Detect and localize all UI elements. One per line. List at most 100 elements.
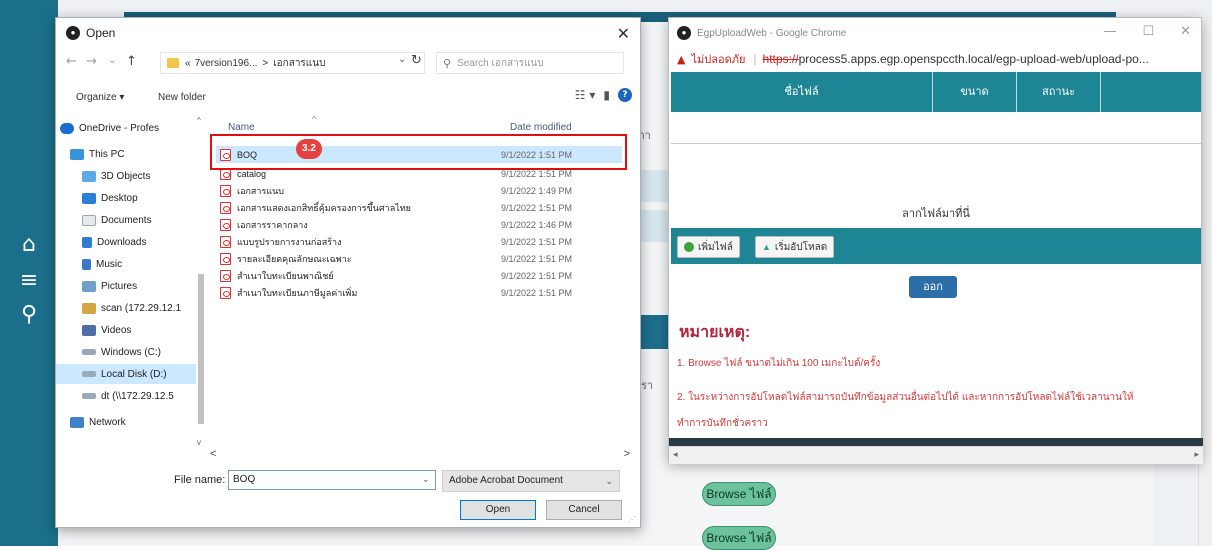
minimize-icon[interactable]: — (1103, 24, 1116, 39)
address-bar[interactable]: « 7version196... > เอกสารแนบ (160, 52, 425, 74)
nav-item-pictures[interactable]: Pictures (82, 276, 137, 296)
column-header-name[interactable]: Name (228, 122, 255, 133)
close-icon[interactable]: ✕ (617, 24, 630, 43)
pc-icon (70, 148, 84, 160)
nav-item-label: 3D Objects (101, 170, 151, 182)
chrome-icon: ● (66, 26, 80, 40)
file-row[interactable]: เอกสารราคากลาง 9/1/2022 1:46 PM (216, 216, 622, 233)
note-title: หมายเหตุ: (679, 324, 751, 341)
network-drive-icon (82, 393, 96, 399)
column-header-status: สถานะ (1017, 72, 1101, 112)
chevron-down-icon[interactable]: ⌄ (398, 54, 406, 65)
file-row[interactable]: สำเนาใบทะเบียนภาษีมูลค่าเพิ่ม 9/1/2022 1… (216, 284, 622, 301)
nav-scrollbar[interactable]: ^ v (196, 116, 206, 452)
nav-item-this-pc[interactable]: This PC (70, 144, 125, 164)
preview-pane-icon[interactable]: ▮ (603, 88, 610, 102)
file-date: 9/1/2022 1:51 PM (501, 202, 573, 213)
open-button[interactable]: Open (460, 500, 536, 520)
url-separator: | (753, 52, 757, 66)
window-controls: — ☐ ✕ (1103, 24, 1191, 39)
cancel-button[interactable]: Cancel (546, 500, 622, 520)
nav-item-dt[interactable]: dt (\\172.29.12.5 (82, 386, 174, 406)
organize-button[interactable]: Organize ▾ (76, 92, 124, 103)
nav-item-label: Documents (101, 214, 152, 226)
url-text: process5.apps.egp.openspccth.local/egp-u… (798, 52, 1149, 66)
scroll-left-icon[interactable]: ◂ (673, 449, 678, 460)
filename-history-chevron-icon[interactable]: ⌄ (422, 474, 430, 485)
not-secure-label[interactable]: ไม่ปลอดภัย (691, 50, 745, 68)
nav-item-music[interactable]: Music (82, 254, 122, 274)
step-badge: 3.2 (296, 139, 322, 159)
forward-icon[interactable]: → (86, 54, 97, 69)
address-row: ← → ⌄ ↑ « 7version196... > เอกสารแนบ ⌄ ↻… (56, 50, 642, 76)
nav-item-videos[interactable]: Videos (82, 320, 131, 340)
refresh-icon[interactable]: ↻ (411, 53, 422, 68)
file-row[interactable]: สำเนาใบทะเบียนพาณิชย์ 9/1/2022 1:51 PM (216, 267, 622, 284)
nav-item-local-disk-d[interactable]: Local Disk (D:) (56, 364, 196, 384)
start-upload-button[interactable]: ▲ เริ่มอัปโหลด (755, 236, 835, 258)
file-name: เอกสารแสดงเอกสิทธิ์คุ้มครองการขึ้นศาลไทย (237, 202, 411, 213)
nav-item-desktop[interactable]: Desktop (82, 188, 138, 208)
file-name: รายละเอียดคุณลักษณะเฉพาะ (237, 253, 352, 264)
file-row[interactable]: แบบรูปรายการงานก่อสร้าง 9/1/2022 1:51 PM (216, 233, 622, 250)
nav-scroll-thumb[interactable] (198, 274, 204, 424)
file-list-hscrollbar[interactable]: < > (208, 448, 632, 462)
warning-icon: ▲ (677, 52, 686, 66)
pdf-file-icon (220, 184, 231, 197)
up-icon[interactable]: ↑ (126, 54, 137, 69)
new-folder-button[interactable]: New folder (158, 92, 206, 103)
column-header-size: ขนาด (933, 72, 1017, 112)
scroll-right-icon[interactable]: > (624, 448, 630, 460)
search-nav-icon[interactable]: ⚲ (14, 300, 44, 330)
file-name: เอกสารราคากลาง (237, 219, 308, 230)
nav-item-label: Local Disk (D:) (101, 368, 167, 380)
column-header-date[interactable]: Date modified (510, 122, 572, 133)
maximize-icon[interactable]: ☐ (1142, 24, 1154, 39)
nav-item-network[interactable]: Network (70, 412, 126, 432)
browse-button[interactable]: Browse ไฟล์ (702, 526, 776, 550)
scroll-up-icon[interactable]: ^ (197, 116, 201, 125)
file-row[interactable]: รายละเอียดคุณลักษณะเฉพาะ 9/1/2022 1:51 P… (216, 250, 622, 267)
upload-table-header: ชื่อไฟล์ ขนาด สถานะ (671, 72, 1201, 112)
url-bar[interactable]: ▲ ไม่ปลอดภัย | https:// process5.apps.eg… (669, 48, 1201, 70)
filename-input[interactable]: BOQ (228, 470, 436, 490)
videos-icon (82, 324, 96, 336)
view-menu-icon[interactable]: ☷ ▾ (575, 88, 596, 102)
chrome-hscrollbar[interactable]: ◂ ▸ (669, 446, 1203, 464)
drop-zone-text[interactable]: ลากไฟล์มาที่นี่ (669, 204, 1203, 222)
recent-chevron-icon[interactable]: ⌄ (108, 55, 116, 66)
onedrive-icon (60, 122, 74, 134)
open-file-dialog: ● Open ✕ ← → ⌄ ↑ « 7version196... > เอกส… (55, 17, 641, 528)
file-type-select[interactable]: Adobe Acrobat Document ⌄ (442, 470, 620, 492)
file-row[interactable]: เอกสารแนบ 9/1/2022 1:49 PM (216, 182, 622, 199)
file-date: 9/1/2022 1:51 PM (501, 236, 573, 247)
menu-icon[interactable]: ≡ (14, 266, 44, 296)
nav-item-onedrive[interactable]: OneDrive - Profes (60, 118, 159, 138)
home-icon[interactable]: ⌂ (14, 230, 44, 260)
nav-item-downloads[interactable]: Downloads (82, 232, 146, 252)
scroll-right-icon[interactable]: ▸ (1194, 449, 1199, 460)
resize-grip-icon[interactable]: ⋰ (628, 515, 638, 525)
breadcrumb-part[interactable]: 7version196... (195, 58, 258, 69)
back-icon[interactable]: ← (66, 54, 77, 69)
exit-button[interactable]: ออก (909, 276, 957, 298)
upload-toolbar: เพิ่มไฟล์ ▲ เริ่มอัปโหลด (671, 228, 1201, 264)
column-header-blank (1101, 72, 1201, 112)
nav-item-windows-c[interactable]: Windows (C:) (82, 342, 161, 362)
nav-item-3d-objects[interactable]: 3D Objects (82, 166, 150, 186)
help-icon[interactable]: ? (618, 88, 632, 102)
filename-row: File name: BOQ ⌄ Adobe Acrobat Document … (56, 470, 642, 494)
browse-button[interactable]: Browse ไฟล์ (702, 482, 776, 506)
pdf-file-icon (220, 252, 231, 265)
close-icon[interactable]: ✕ (1180, 24, 1191, 39)
scroll-down-icon[interactable]: v (197, 438, 201, 447)
search-input[interactable]: ⚲ Search เอกสารแนบ (436, 52, 624, 74)
breadcrumb-part[interactable]: เอกสารแนบ (273, 56, 325, 71)
scroll-left-icon[interactable]: < (210, 448, 216, 460)
file-name: สำเนาใบทะเบียนภาษีมูลค่าเพิ่ม (237, 287, 358, 298)
upload-icon: ▲ (762, 242, 771, 252)
nav-item-scan[interactable]: scan (172.29.12.1 (82, 298, 181, 318)
file-row[interactable]: เอกสารแสดงเอกสิทธิ์คุ้มครองการขึ้นศาลไทย… (216, 199, 622, 216)
add-file-button[interactable]: เพิ่มไฟล์ (677, 236, 740, 258)
nav-item-documents[interactable]: Documents (82, 210, 152, 230)
